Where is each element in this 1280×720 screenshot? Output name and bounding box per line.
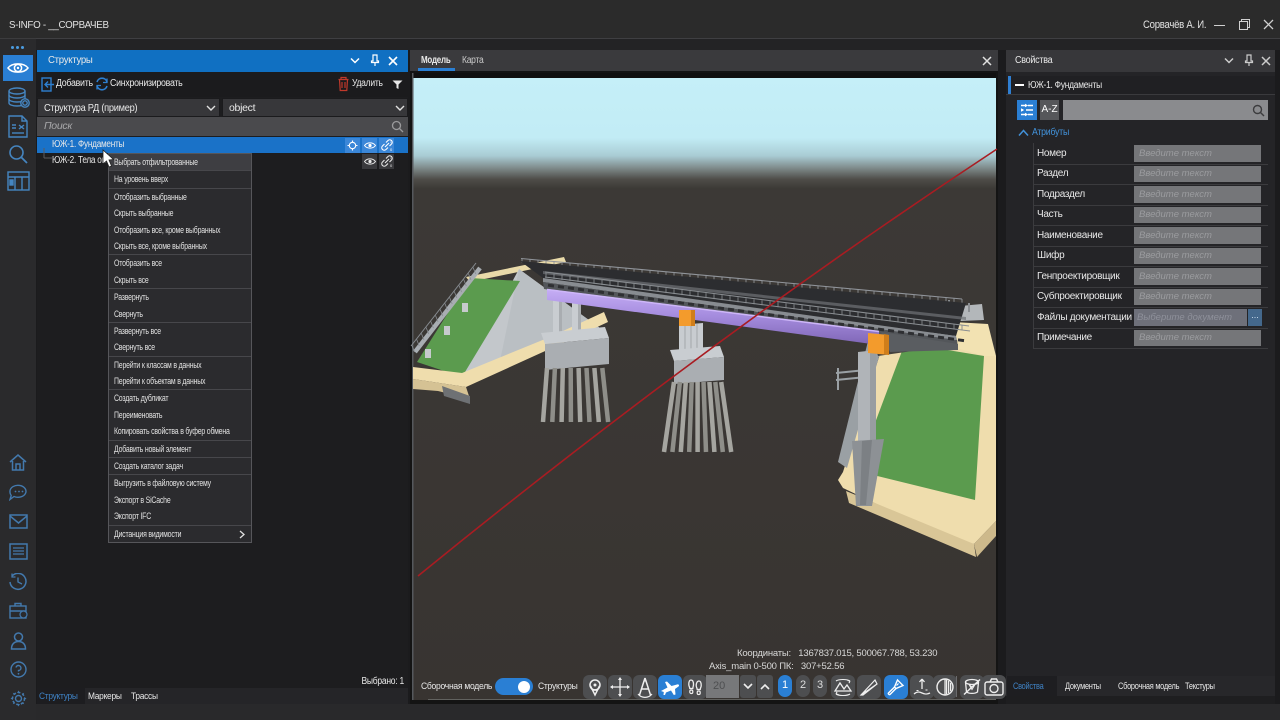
- svg-text:0: 0: [390, 163, 393, 167]
- svg-text:0: 0: [390, 147, 393, 151]
